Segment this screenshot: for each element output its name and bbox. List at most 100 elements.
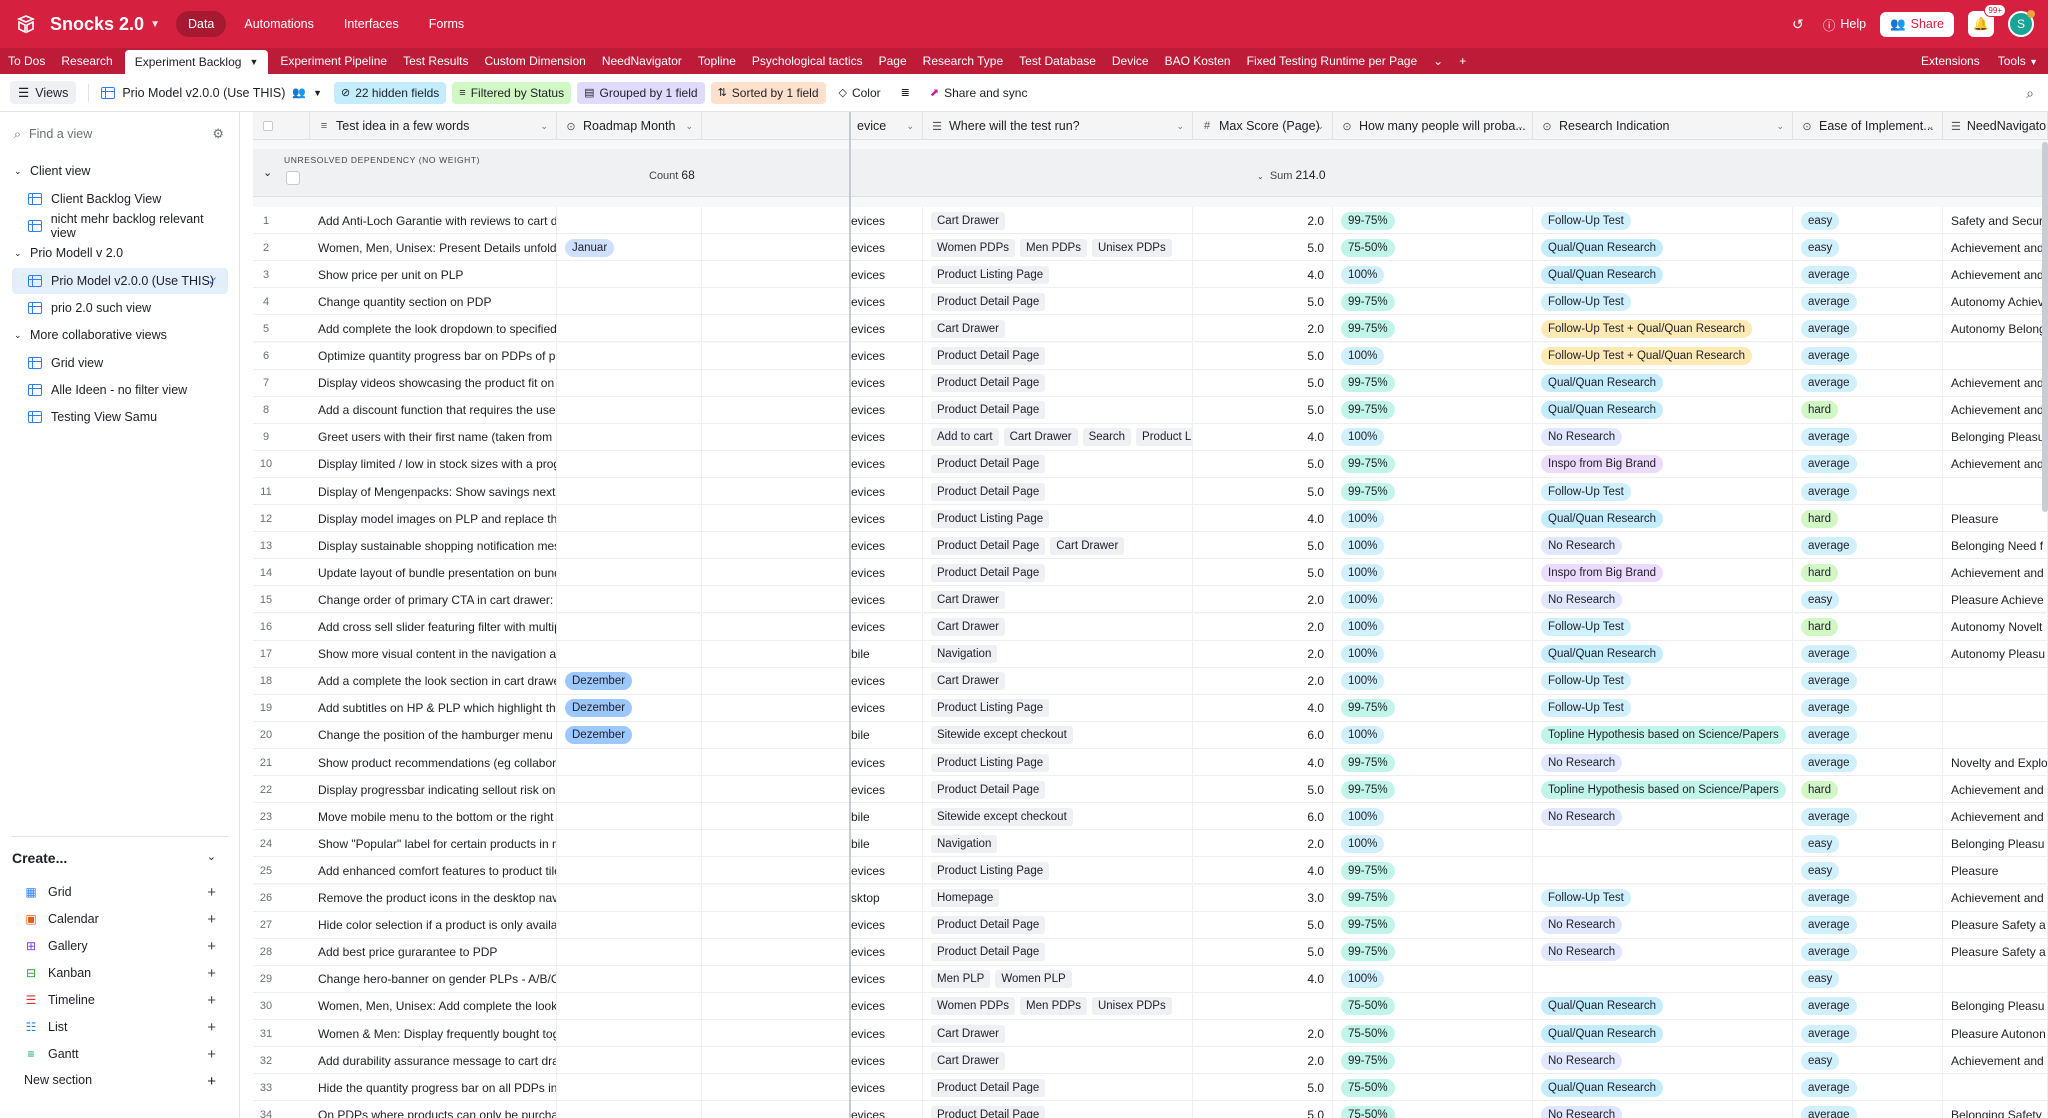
cell-research-indication[interactable] bbox=[1533, 857, 1793, 885]
cell-where[interactable]: Product Listing Page bbox=[923, 749, 1193, 776]
current-view-menu[interactable]: Prio Model v2.0.0 (Use THIS) 👥 ▼ bbox=[101, 86, 322, 100]
cell-test-idea[interactable]: Move mobile menu to the bottom or the ri… bbox=[310, 803, 557, 831]
cell-research-indication[interactable]: Qual/Quan Research bbox=[1533, 261, 1793, 289]
cell-where[interactable]: Product Detail Page bbox=[923, 1074, 1193, 1102]
cell-device[interactable]: evices bbox=[849, 938, 923, 966]
cell-max-score[interactable]: 5.0 bbox=[1193, 938, 1333, 966]
cell-research-indication[interactable]: Inspo from Big Brand bbox=[1533, 559, 1793, 587]
cell-max-score[interactable]: 4.0 bbox=[1193, 505, 1333, 533]
cell-where[interactable]: Women PDPs Men PDPs Unisex PDPs bbox=[923, 234, 1193, 262]
tab-research-type[interactable]: Research Type bbox=[915, 48, 1012, 74]
cell-research-indication[interactable]: No Research bbox=[1533, 938, 1793, 966]
nav-interfaces[interactable]: Interfaces bbox=[332, 11, 411, 37]
cell-people[interactable]: 99-75% bbox=[1333, 776, 1533, 804]
table-row[interactable]: 1 Add Anti-Loch Garantie with reviews to … bbox=[253, 207, 2048, 234]
cell-test-idea[interactable]: Show price per unit on PLP bbox=[310, 261, 557, 289]
cell-test-idea[interactable]: Add enhanced comfort features to product… bbox=[310, 857, 557, 885]
table-row[interactable]: 11 Display of Mengenpacks: Show savings n… bbox=[253, 478, 2048, 505]
cell-neednavigator[interactable]: Achievement and C bbox=[1943, 884, 2048, 912]
column-header-neednavigator[interactable]: ☰ NeedNavigator bbox=[1943, 112, 2048, 140]
cell-people[interactable]: 99-75% bbox=[1333, 450, 1533, 478]
cell-ease[interactable]: average bbox=[1793, 749, 1943, 776]
cell-test-idea[interactable]: Display model images on PLP and replace … bbox=[310, 505, 557, 533]
cell-roadmap-month[interactable] bbox=[557, 1020, 702, 1047]
cell-neednavigator[interactable]: Achievement and C bbox=[1943, 450, 2048, 478]
create-timeline[interactable]: ☰ Timeline + bbox=[24, 990, 216, 1010]
cell-roadmap-month[interactable] bbox=[557, 911, 702, 939]
cell-where[interactable]: Women PDPs Men PDPs Unisex PDPs bbox=[923, 992, 1193, 1020]
cell-neednavigator[interactable]: Pleasure bbox=[1943, 857, 2048, 885]
cell-ease[interactable]: average bbox=[1793, 721, 1943, 749]
cell-test-idea[interactable]: Show "Popular" label for certain product… bbox=[310, 830, 557, 858]
cell-research-indication[interactable]: Follow-Up Test + Qual/Quan Research bbox=[1533, 315, 1793, 343]
table-row[interactable]: 26 Remove the product icons in the deskto… bbox=[253, 884, 2048, 912]
cell-test-idea[interactable]: Show product recommendations (eg collabo… bbox=[310, 749, 557, 776]
table-row[interactable]: 19 Add subtitles on HP & PLP which highli… bbox=[253, 694, 2048, 722]
cell-research-indication[interactable]: Qual/Quan Research bbox=[1533, 234, 1793, 262]
cell-people[interactable]: 99-75% bbox=[1333, 694, 1533, 722]
cell-neednavigator[interactable]: Achievement and C bbox=[1943, 369, 2048, 397]
cell-neednavigator[interactable]: Autonomy Belong bbox=[1943, 315, 2048, 343]
cell-research-indication[interactable]: No Research bbox=[1533, 911, 1793, 939]
cell-device[interactable]: evices bbox=[849, 207, 923, 234]
cell-research-indication[interactable]: No Research bbox=[1533, 749, 1793, 776]
column-header-ease[interactable]: ⊙ Ease of Implement... ⌄ bbox=[1793, 112, 1943, 140]
cell-max-score[interactable]: 2.0 bbox=[1193, 613, 1333, 641]
cell-ease[interactable]: average bbox=[1793, 667, 1943, 695]
cell-roadmap-month[interactable] bbox=[557, 288, 702, 316]
cell-people[interactable]: 99-75% bbox=[1333, 857, 1533, 885]
cell-device[interactable]: bile bbox=[849, 803, 923, 831]
cell-max-score[interactable]: 2.0 bbox=[1193, 667, 1333, 695]
cell-test-idea[interactable]: Optimize quantity progress bar on PDPs o… bbox=[310, 342, 557, 370]
select-all-checkbox[interactable] bbox=[263, 121, 273, 131]
cell-where[interactable]: Product Detail Page bbox=[923, 938, 1193, 966]
cell-neednavigator[interactable]: Pleasure Autonon bbox=[1943, 1020, 2048, 1047]
cell-where[interactable]: Product Detail Page bbox=[923, 288, 1193, 316]
cell-device[interactable]: evices bbox=[849, 369, 923, 397]
cell-where[interactable]: Product Listing Page bbox=[923, 694, 1193, 722]
cell-where[interactable]: Cart Drawer bbox=[923, 613, 1193, 641]
cell-device[interactable]: evices bbox=[849, 749, 923, 776]
sidebar-item-grid-view[interactable]: Grid view bbox=[12, 350, 228, 376]
cell-device[interactable]: evices bbox=[849, 532, 923, 560]
table-row[interactable]: 5 Add complete the look dropdown to speci… bbox=[253, 315, 2048, 343]
cell-where[interactable]: Product Detail Page bbox=[923, 1101, 1193, 1118]
cell-people[interactable]: 100% bbox=[1333, 559, 1533, 587]
table-row[interactable]: 2 Women, Men, Unisex: Present Details unf… bbox=[253, 234, 2048, 262]
cell-roadmap-month[interactable] bbox=[557, 505, 702, 533]
cell-roadmap-month[interactable] bbox=[557, 640, 702, 668]
cell-research-indication[interactable]: Qual/Quan Research bbox=[1533, 1020, 1793, 1047]
cell-device[interactable]: evices bbox=[849, 1101, 923, 1118]
cell-people[interactable]: 100% bbox=[1333, 640, 1533, 668]
group-checkbox[interactable] bbox=[286, 171, 300, 185]
sidebar-item-alle-ideen[interactable]: Alle Ideen - no filter view bbox=[12, 377, 228, 403]
tab-experiment-pipeline[interactable]: Experiment Pipeline bbox=[272, 48, 395, 74]
cell-test-idea[interactable]: Add complete the look dropdown to specif… bbox=[310, 315, 557, 343]
cell-max-score[interactable]: 4.0 bbox=[1193, 261, 1333, 289]
cell-people[interactable]: 100% bbox=[1333, 532, 1533, 560]
cell-neednavigator[interactable] bbox=[1943, 478, 2048, 505]
cell-ease[interactable]: average bbox=[1793, 938, 1943, 966]
cell-people[interactable]: 99-75% bbox=[1333, 478, 1533, 505]
cell-ease[interactable]: average bbox=[1793, 1020, 1943, 1047]
cell-neednavigator[interactable]: Achievement and C bbox=[1943, 261, 2048, 289]
cell-device[interactable]: evices bbox=[849, 234, 923, 262]
cell-device[interactable]: evices bbox=[849, 396, 923, 424]
group-button[interactable]: ▤ Grouped by 1 field bbox=[577, 81, 705, 104]
cell-research-indication[interactable]: No Research bbox=[1533, 423, 1793, 451]
cell-test-idea[interactable]: Add a complete the look section in cart … bbox=[310, 667, 557, 695]
cell-roadmap-month[interactable]: Dezember bbox=[557, 721, 702, 749]
cell-roadmap-month[interactable] bbox=[557, 369, 702, 397]
cell-research-indication[interactable]: Qual/Quan Research bbox=[1533, 992, 1793, 1020]
cell-device[interactable]: evices bbox=[849, 342, 923, 370]
cell-where[interactable]: Product Detail Page bbox=[923, 911, 1193, 939]
section-prio-modell[interactable]: ⌄ Prio Modell v 2.0 bbox=[14, 246, 123, 260]
cell-neednavigator[interactable] bbox=[1943, 721, 2048, 749]
cell-ease[interactable]: hard bbox=[1793, 613, 1943, 641]
cell-research-indication[interactable]: Qual/Quan Research bbox=[1533, 369, 1793, 397]
table-row[interactable]: 18 Add a complete the look section in car… bbox=[253, 667, 2048, 695]
cell-test-idea[interactable]: Change the position of the hamburger men… bbox=[310, 721, 557, 749]
cell-ease[interactable]: average bbox=[1793, 478, 1943, 505]
cell-max-score[interactable]: 4.0 bbox=[1193, 694, 1333, 722]
tab-custom-dimension[interactable]: Custom Dimension bbox=[476, 48, 593, 74]
